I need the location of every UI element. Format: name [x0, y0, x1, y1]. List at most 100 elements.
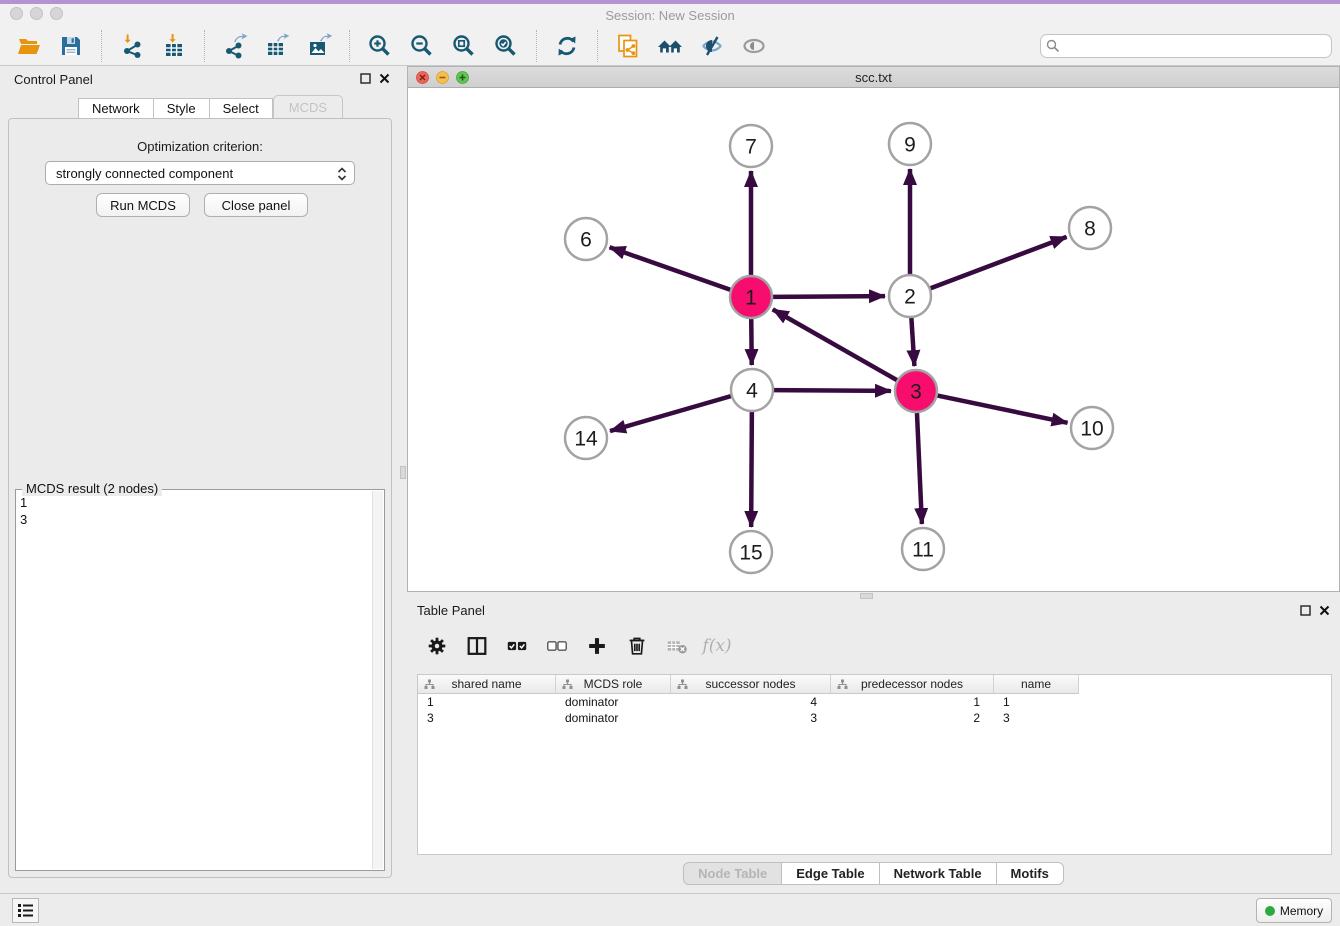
graph-node-8[interactable]: 8 [1069, 207, 1111, 249]
graph-node-3[interactable]: 3 [895, 370, 937, 412]
svg-text:9: 9 [904, 134, 916, 157]
result-scrollbar[interactable] [372, 491, 383, 869]
export-network-button[interactable] [220, 31, 250, 61]
import-table-button[interactable] [159, 31, 189, 61]
float-panel-icon[interactable] [360, 73, 371, 84]
graph-node-9[interactable]: 9 [889, 123, 931, 165]
edge-3-11[interactable] [917, 413, 922, 524]
tab-node-table[interactable]: Node Table [683, 862, 782, 885]
cell-shared-name[interactable]: 3 [418, 710, 556, 726]
cell-name[interactable]: 1 [994, 694, 1079, 710]
table-row[interactable]: 1dominator411 [418, 694, 1331, 710]
close-window-button[interactable] [10, 7, 23, 20]
edge-3-10[interactable] [938, 396, 1068, 423]
mcds-result-list[interactable]: 1 3 [20, 494, 370, 866]
show-columns-button[interactable] [462, 631, 492, 661]
cell-predecessor-nodes[interactable]: 1 [831, 694, 994, 710]
delete-row-button[interactable] [622, 631, 652, 661]
apply-layout-button[interactable] [552, 31, 582, 61]
graph-node-6[interactable]: 6 [565, 218, 607, 260]
search-input[interactable] [1040, 34, 1332, 58]
edge-3-1[interactable] [773, 309, 897, 380]
column-header-successor-nodes[interactable]: successor nodes [671, 675, 831, 694]
add-row-button[interactable] [582, 631, 612, 661]
close-panel-button[interactable]: Close panel [204, 193, 308, 217]
table-settings-button[interactable] [422, 631, 452, 661]
cell-MCDS-role[interactable]: dominator [556, 710, 671, 726]
task-history-button[interactable] [12, 898, 39, 923]
first-neighbors-button[interactable] [655, 31, 685, 61]
node-table-header-row: shared nameMCDS rolesuccessor nodesprede… [418, 675, 1331, 694]
hide-selection-button[interactable] [697, 31, 727, 61]
column-header-MCDS-role[interactable]: MCDS role [556, 675, 671, 694]
tab-network[interactable]: Network [78, 98, 154, 119]
new-network-from-selection-button[interactable] [613, 31, 643, 61]
svg-text:15: 15 [739, 542, 762, 565]
open-session-button[interactable] [14, 31, 44, 61]
close-frame-icon[interactable] [416, 71, 429, 84]
close-panel-icon[interactable] [1319, 605, 1330, 616]
tab-mcds[interactable]: MCDS [273, 95, 343, 119]
horizontal-split-divider[interactable] [407, 592, 1340, 600]
import-network-button[interactable] [117, 31, 147, 61]
memory-button[interactable]: Memory [1256, 898, 1332, 923]
zoom-fit-button[interactable] [449, 31, 479, 61]
graph-node-14[interactable]: 14 [565, 417, 607, 459]
float-panel-icon[interactable] [1300, 605, 1311, 616]
vertical-split-divider[interactable] [400, 66, 407, 893]
toolbar-separator [349, 30, 350, 62]
edge-2-8[interactable] [931, 237, 1067, 288]
cell-name[interactable]: 3 [994, 710, 1079, 726]
criterion-dropdown[interactable]: strongly connected component [45, 161, 355, 185]
table-row[interactable]: 3dominator323 [418, 710, 1331, 726]
save-session-button[interactable] [56, 31, 86, 61]
graph-node-11[interactable]: 11 [902, 528, 944, 570]
cell-predecessor-nodes[interactable]: 2 [831, 710, 994, 726]
edge-2-3[interactable] [911, 318, 914, 366]
edge-1-6[interactable] [610, 247, 731, 289]
network-canvas[interactable]: 1 2 3 4 6 7 8 9 10 11 14 15 [408, 88, 1339, 591]
deselect-all-checkboxes-button[interactable] [542, 631, 572, 661]
zoom-window-button[interactable] [50, 7, 63, 20]
edge-4-14[interactable] [610, 396, 731, 431]
memory-label: Memory [1280, 904, 1323, 918]
cell-successor-nodes[interactable]: 3 [671, 710, 831, 726]
column-header-predecessor-nodes[interactable]: predecessor nodes [831, 675, 994, 694]
graph-node-10[interactable]: 10 [1071, 407, 1113, 449]
tab-style[interactable]: Style [154, 98, 210, 119]
graph-node-15[interactable]: 15 [730, 531, 772, 573]
show-all-button[interactable] [739, 31, 769, 61]
delete-table-button[interactable] [662, 631, 692, 661]
edge-4-15[interactable] [751, 412, 752, 527]
graph-node-7[interactable]: 7 [730, 125, 772, 167]
edge-4-3[interactable] [774, 390, 891, 391]
divider-grip[interactable] [400, 466, 406, 479]
run-mcds-button[interactable]: Run MCDS [96, 193, 190, 217]
zoom-selected-button[interactable] [491, 31, 521, 61]
column-header-shared-name[interactable]: shared name [418, 675, 556, 694]
graph-node-1[interactable]: 1 [730, 276, 772, 318]
cell-MCDS-role[interactable]: dominator [556, 694, 671, 710]
graph-node-2[interactable]: 2 [889, 275, 931, 317]
function-builder-button[interactable]: f(x) [702, 631, 732, 661]
select-all-checkboxes-button[interactable] [502, 631, 532, 661]
maximize-frame-icon[interactable] [456, 71, 469, 84]
tab-select[interactable]: Select [210, 98, 273, 119]
svg-text:1: 1 [745, 287, 757, 310]
tab-network-table[interactable]: Network Table [880, 862, 997, 885]
minimize-window-button[interactable] [30, 7, 43, 20]
export-table-button[interactable] [262, 31, 292, 61]
cell-successor-nodes[interactable]: 4 [671, 694, 831, 710]
divider-grip[interactable] [860, 593, 873, 599]
export-image-button[interactable] [304, 31, 334, 61]
tab-edge-table[interactable]: Edge Table [782, 862, 879, 885]
column-header-name[interactable]: name [994, 675, 1079, 694]
tab-motifs[interactable]: Motifs [997, 862, 1064, 885]
zoom-in-button[interactable] [365, 31, 395, 61]
cell-shared-name[interactable]: 1 [418, 694, 556, 710]
edge-1-2[interactable] [773, 296, 885, 297]
close-panel-icon[interactable] [379, 73, 390, 84]
minimize-frame-icon[interactable] [436, 71, 449, 84]
graph-node-4[interactable]: 4 [731, 369, 773, 411]
zoom-out-button[interactable] [407, 31, 437, 61]
